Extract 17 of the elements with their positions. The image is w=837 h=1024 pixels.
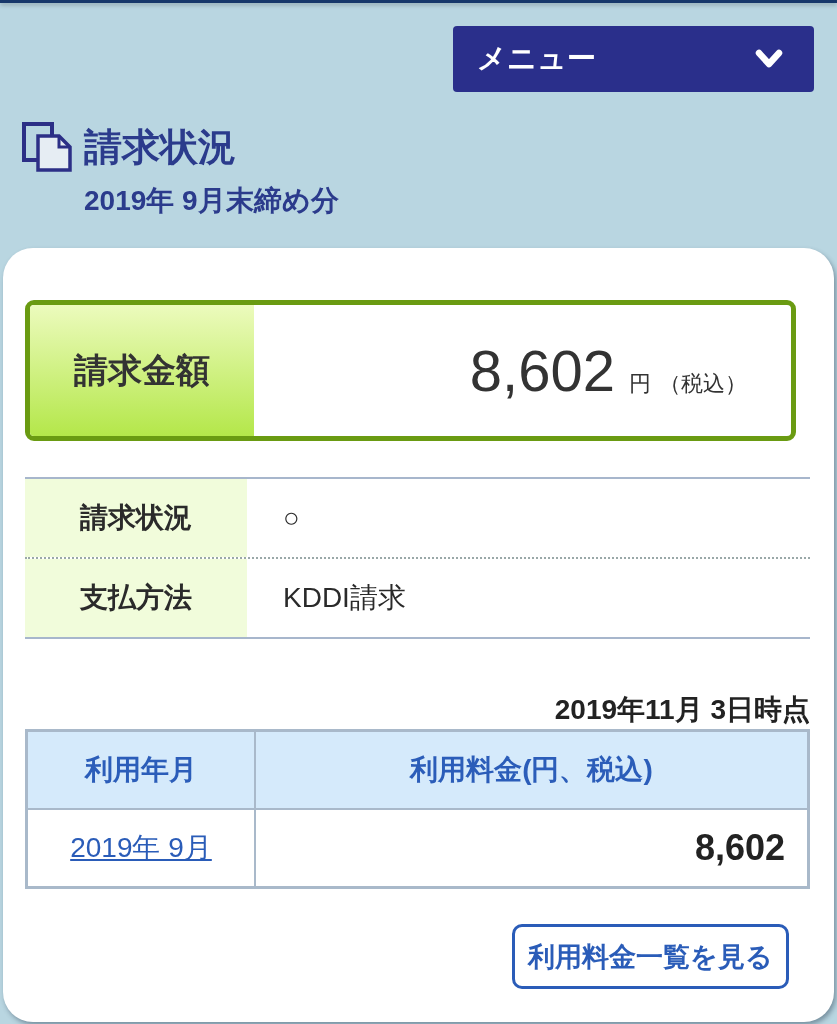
menu-button[interactable]: メニュー xyxy=(453,26,814,92)
detail-label: 請求状況 xyxy=(25,479,247,557)
amount-value: 8,602 xyxy=(469,337,615,404)
column-header: 利用年月 xyxy=(26,730,255,809)
as-of-date: 2019年11月 3日時点 xyxy=(553,693,810,727)
currency-unit: 円 xyxy=(629,370,651,398)
chevron-down-icon xyxy=(755,49,783,69)
page-subtitle: 2019年 9月末締め分 xyxy=(84,184,340,218)
detail-label: 支払方法 xyxy=(25,559,247,637)
pages-icon xyxy=(22,122,72,172)
amount-label: 請求金額 xyxy=(30,305,254,436)
detail-value: ○ xyxy=(283,502,300,534)
column-header: 利用料金(円、税込) xyxy=(255,730,809,809)
page-title: 請求状況 xyxy=(84,125,236,170)
usage-list-button[interactable]: 利用料金一覧を見る xyxy=(512,924,789,989)
tax-note: （税込） xyxy=(659,370,747,398)
detail-value: KDDI請求 xyxy=(283,581,406,615)
